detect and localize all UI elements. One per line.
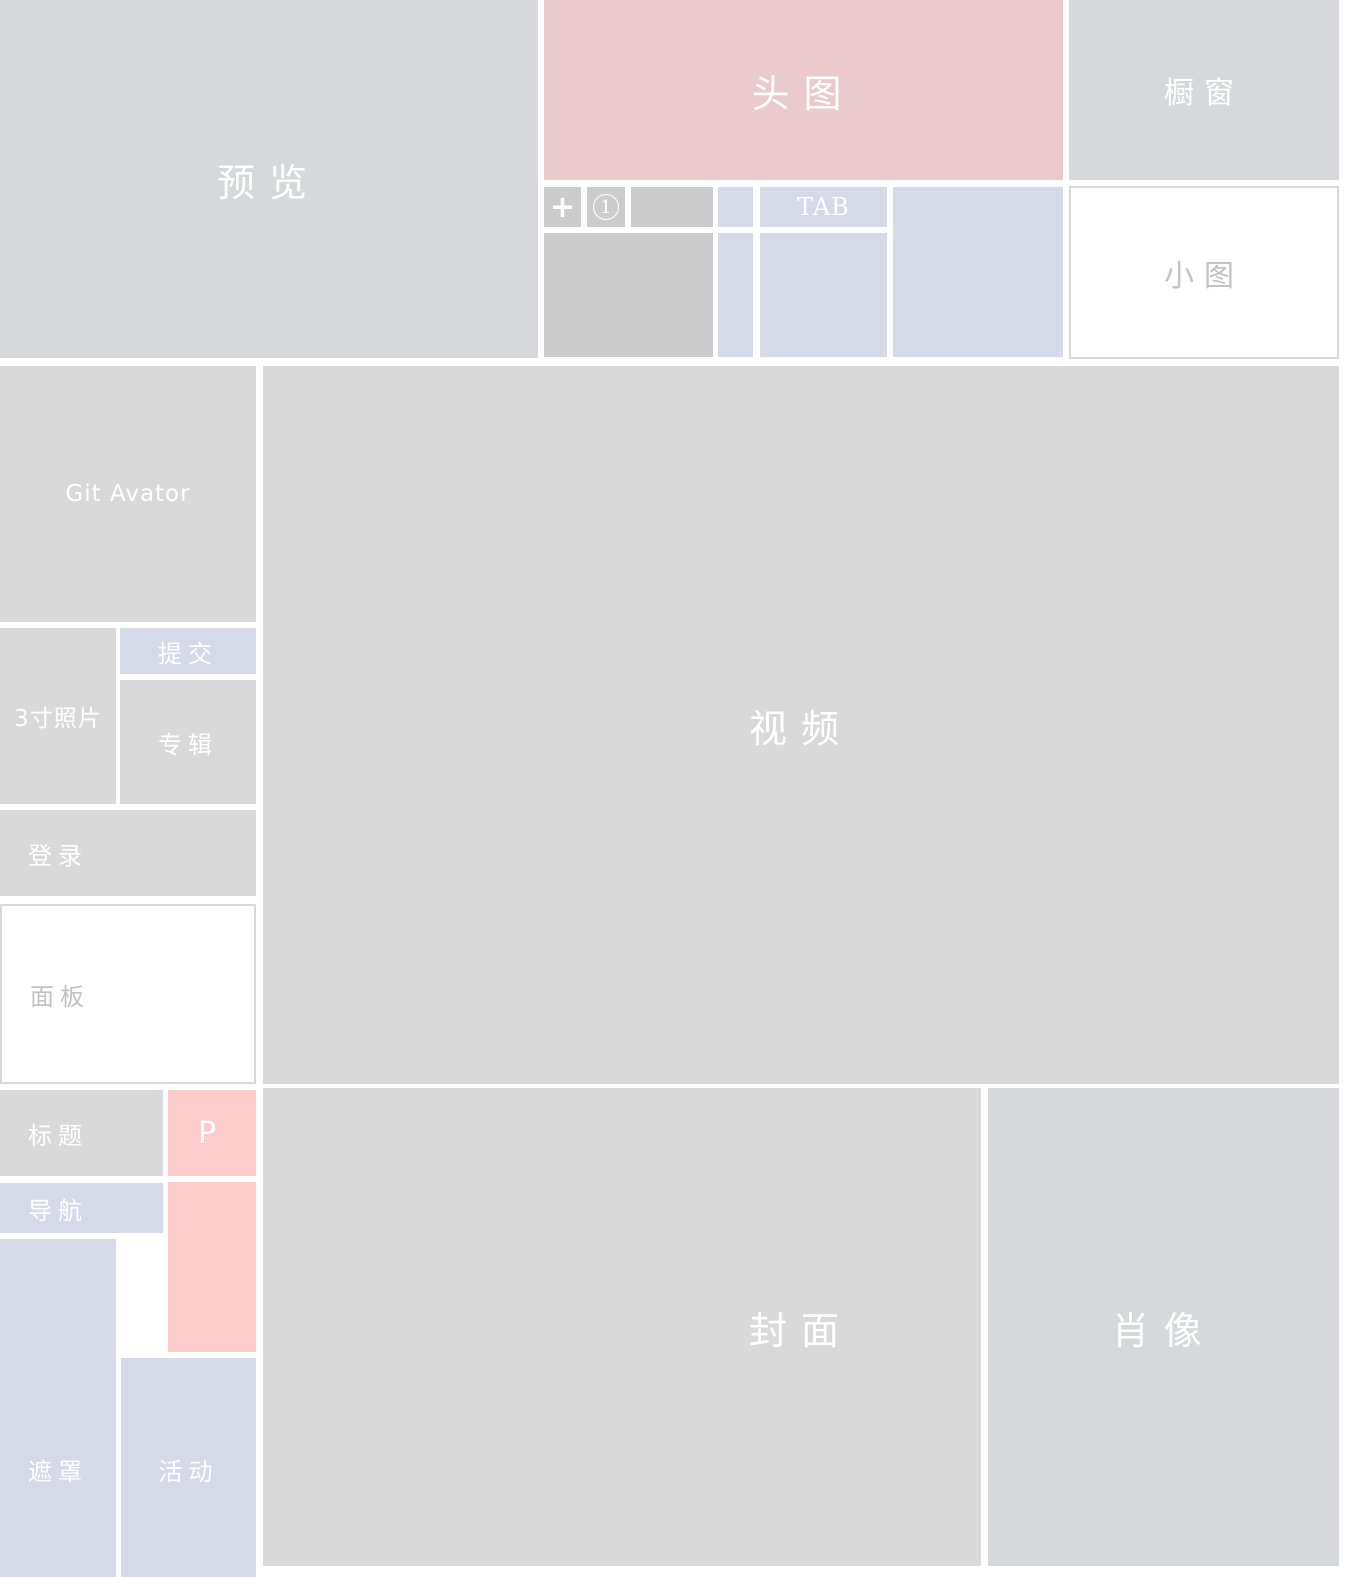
tile-p-label: P bbox=[197, 1115, 227, 1151]
tile-header-image[interactable]: 头图 bbox=[544, 0, 1063, 180]
tile-login[interactable]: 登录 bbox=[0, 810, 256, 896]
tile-portrait[interactable]: 肖像 bbox=[988, 1088, 1339, 1566]
tile-git-avatar-label: Git Avator bbox=[65, 481, 191, 507]
tile-showcase-label: 橱窗 bbox=[1164, 76, 1244, 111]
tab-button[interactable]: TAB bbox=[760, 187, 887, 227]
tile-album[interactable]: 专辑 bbox=[120, 680, 256, 804]
tile-mask-label: 遮罩 bbox=[28, 1458, 88, 1486]
submit-label: 提交 bbox=[158, 639, 218, 668]
tile-showcase[interactable]: 橱窗 bbox=[1069, 0, 1339, 180]
badge-button[interactable]: 1 bbox=[587, 187, 625, 227]
tile-activity-label: 活动 bbox=[158, 1458, 219, 1486]
tile-git-avatar[interactable]: Git Avator bbox=[0, 366, 256, 622]
tile-cover[interactable]: 封面 bbox=[263, 1088, 981, 1566]
tile-video[interactable]: 视频 bbox=[263, 366, 1339, 1084]
submit-button[interactable]: 提交 bbox=[120, 628, 256, 674]
tile-panel[interactable]: 面板 bbox=[0, 904, 256, 1084]
tile-preview[interactable]: 预览 bbox=[0, 0, 538, 358]
tile-title-label: 标题 bbox=[28, 1121, 88, 1150]
tile-blank-bottom[interactable] bbox=[544, 233, 713, 357]
tab-content[interactable] bbox=[760, 233, 887, 357]
tile-3inch-photo-label: 3寸照片 bbox=[14, 706, 102, 732]
tab-label: TAB bbox=[797, 193, 850, 221]
tile-strip-top[interactable] bbox=[718, 187, 753, 227]
add-button[interactable]: + bbox=[544, 187, 581, 227]
tile-p[interactable]: P bbox=[168, 1090, 256, 1176]
tile-login-label: 登录 bbox=[28, 841, 88, 870]
tile-preview-label: 预览 bbox=[216, 160, 321, 205]
plus-icon: + bbox=[549, 189, 576, 225]
circled-number-one-icon: 1 bbox=[593, 194, 619, 220]
tile-side-panel[interactable] bbox=[893, 187, 1063, 357]
tile-cover-label: 封面 bbox=[749, 1308, 854, 1353]
tile-thumbnail-label: 小图 bbox=[1164, 258, 1244, 294]
tile-mask[interactable]: 遮罩 bbox=[0, 1239, 116, 1577]
tile-blank-top[interactable] bbox=[631, 187, 713, 227]
tile-portrait-label: 肖像 bbox=[1111, 1308, 1216, 1353]
tile-album-label: 专辑 bbox=[158, 730, 218, 759]
tile-title[interactable]: 标题 bbox=[0, 1090, 163, 1176]
tile-strip-bottom[interactable] bbox=[718, 233, 753, 357]
tile-activity[interactable]: 活动 bbox=[121, 1358, 256, 1577]
tile-panel-label: 面板 bbox=[30, 982, 90, 1011]
tile-nav-label: 导航 bbox=[28, 1196, 88, 1225]
tile-video-label: 视频 bbox=[748, 706, 853, 751]
tile-pink-block[interactable] bbox=[168, 1182, 256, 1352]
tile-header-image-label: 头图 bbox=[751, 71, 856, 116]
tile-thumbnail[interactable]: 小图 bbox=[1069, 186, 1339, 359]
tile-3inch-photo[interactable]: 3寸照片 bbox=[0, 628, 116, 804]
tile-nav[interactable]: 导航 bbox=[0, 1183, 163, 1233]
